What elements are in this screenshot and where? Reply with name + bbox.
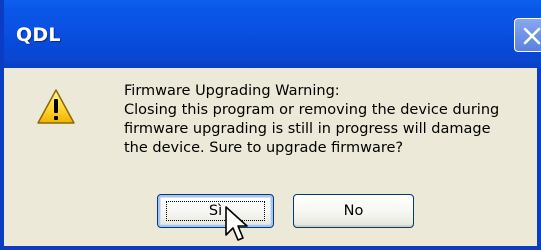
dialog-window: QDL Firmware Upgrading Warning: Closing … (0, 0, 541, 250)
title-bar[interactable]: QDL (4, 0, 541, 68)
yes-button[interactable]: Sì (157, 194, 274, 228)
message-line: Firmware Upgrading Warning: (124, 83, 340, 99)
no-button[interactable]: No (293, 194, 414, 228)
message-line: firmware upgrading is still in progress … (124, 121, 491, 137)
warning-icon (37, 89, 75, 124)
message-line: the device. Sure to upgrade firmware? (124, 140, 404, 156)
window-title: QDL (16, 24, 61, 46)
message-line: Closing this program or removing the dev… (124, 102, 500, 118)
arrow-cursor-icon (225, 206, 248, 241)
close-icon (523, 27, 541, 45)
close-button[interactable] (514, 18, 541, 52)
yes-button-label: Sì (208, 203, 223, 219)
warning-message: Firmware Upgrading Warning: Closing this… (124, 82, 541, 158)
no-button-label: No (343, 203, 364, 219)
